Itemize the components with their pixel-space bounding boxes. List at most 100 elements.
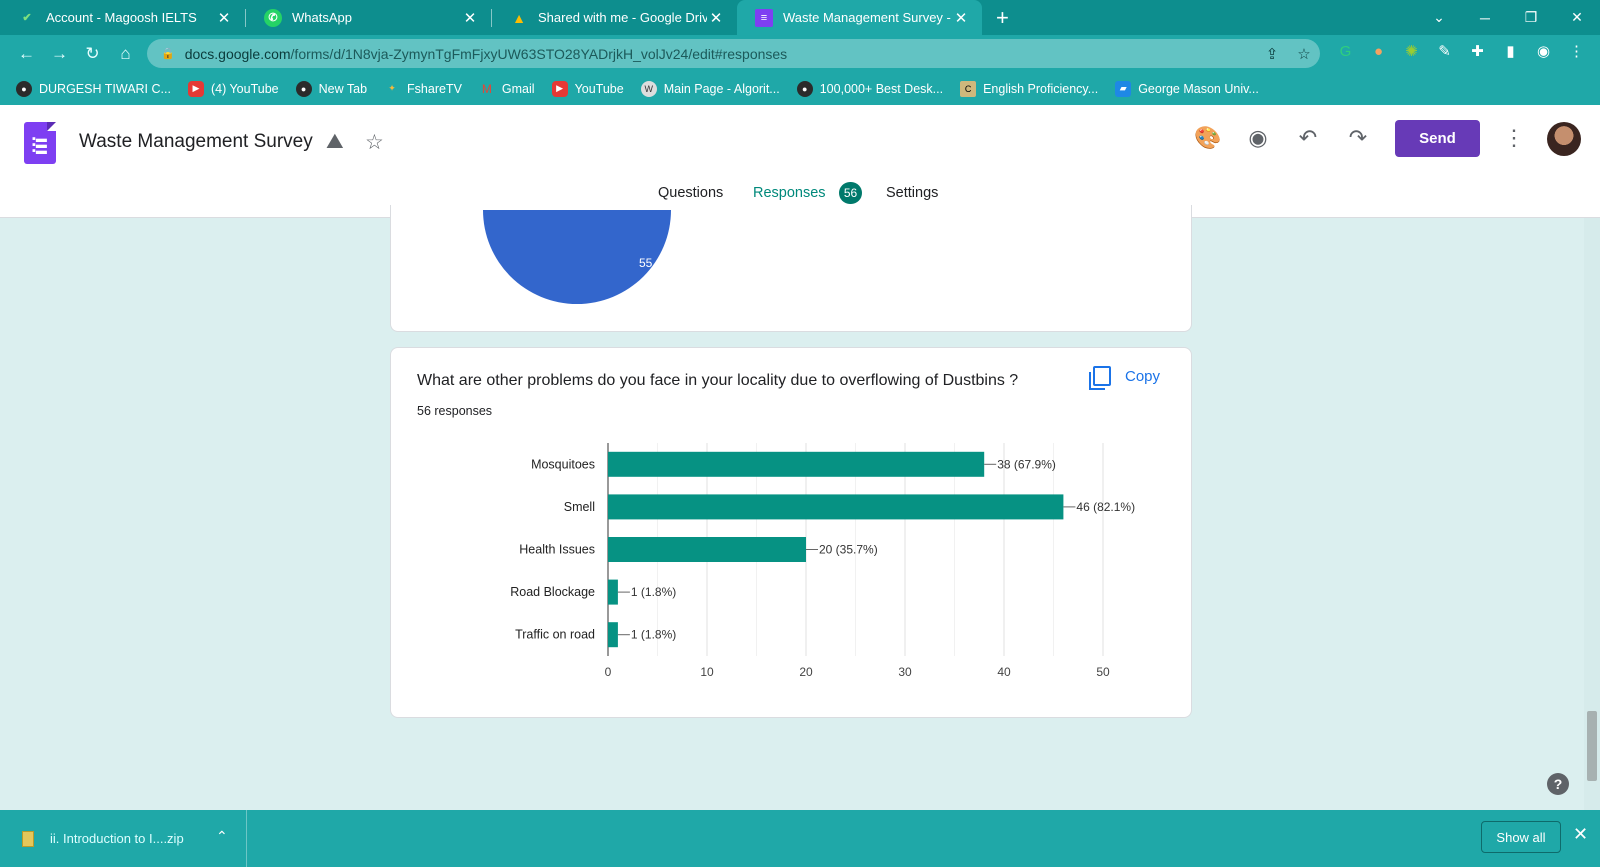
bookmark-item[interactable]: ● DURGESH TIWARI C... bbox=[16, 80, 171, 97]
help-icon[interactable]: ? bbox=[1547, 773, 1569, 795]
chevron-up-icon[interactable]: ⌃ bbox=[216, 828, 228, 845]
palette-icon[interactable]: 🎨 bbox=[1190, 125, 1226, 151]
tab-responses[interactable]: Responses bbox=[753, 185, 826, 201]
undo-icon[interactable]: ↶ bbox=[1290, 125, 1326, 151]
scrollbar-thumb[interactable] bbox=[1587, 711, 1597, 781]
restore-icon[interactable]: ❐ bbox=[1508, 9, 1554, 26]
close-icon[interactable]: ✕ bbox=[215, 9, 233, 27]
bookmark-label: DURGESH TIWARI C... bbox=[39, 81, 171, 96]
grammarly-icon[interactable]: G bbox=[1329, 43, 1362, 60]
zip-file-icon bbox=[22, 830, 34, 847]
forms-logo-icon[interactable]: ▪▬ ▪▬ ▪▬ bbox=[24, 122, 56, 164]
close-icon[interactable]: ✕ bbox=[952, 9, 970, 27]
back-icon[interactable]: ← bbox=[10, 44, 43, 64]
bookmark-label: FshareTV bbox=[407, 81, 462, 96]
extension-icon[interactable]: ✺ bbox=[1395, 42, 1428, 60]
bookmark-item[interactable]: ▰ George Mason Univ... bbox=[1115, 80, 1259, 97]
url-text: docs.google.com/forms/d/1N8vja-ZymynTgFm… bbox=[185, 46, 1256, 62]
data-label: 46 (82.1%) bbox=[1076, 500, 1135, 514]
bookmark-item[interactable]: ▶ YouTube bbox=[551, 80, 624, 97]
share-icon[interactable]: ⇪ bbox=[1256, 45, 1288, 63]
previous-response-card: 55.4% bbox=[390, 205, 1192, 332]
magoosh-icon: ✔ bbox=[22, 12, 32, 24]
close-icon[interactable]: ✕ bbox=[461, 9, 479, 27]
fsharetv-icon: ✦ bbox=[388, 83, 396, 93]
bookmark-item[interactable]: W Main Page - Algorit... bbox=[640, 80, 780, 97]
bookmark-item[interactable]: C English Proficiency... bbox=[960, 80, 1099, 97]
tab-questions[interactable]: Questions bbox=[658, 185, 723, 201]
avatar[interactable] bbox=[1547, 122, 1581, 156]
bookmark-label: YouTube bbox=[574, 81, 624, 96]
sidepanel-icon[interactable]: ▮ bbox=[1494, 42, 1527, 60]
url-path: /forms/d/1N8vja-ZymynTgFmFjxyUW63STO28YA… bbox=[290, 45, 788, 62]
data-label: 1 (1.8%) bbox=[631, 628, 676, 642]
browser-toolbar: ← → ↻ ⌂ 🔒 docs.google.com/forms/d/1N8vja… bbox=[0, 35, 1600, 72]
download-filename: ii. Introduction to I....zip bbox=[50, 831, 184, 846]
new-tab-button[interactable]: + bbox=[996, 5, 1009, 31]
more-options-icon[interactable]: ⋮ bbox=[1496, 125, 1532, 151]
bookmark-label: Gmail bbox=[501, 81, 535, 96]
reload-icon[interactable]: ↻ bbox=[76, 44, 109, 64]
send-button[interactable]: Send bbox=[1395, 120, 1480, 157]
menu-icon[interactable]: ⋮ bbox=[1560, 42, 1593, 60]
bookmark-item[interactable]: ● 100,000+ Best Desk... bbox=[796, 80, 943, 97]
bar bbox=[608, 622, 618, 648]
tab-title: Account - Magoosh IELTS bbox=[46, 10, 197, 25]
browser-tab-drive[interactable]: ▲ Shared with me - Google Drive ✕ bbox=[492, 0, 737, 35]
browser-tab-whatsapp[interactable]: ✆ WhatsApp ✕ bbox=[246, 0, 491, 35]
close-icon[interactable]: ✕ bbox=[1573, 824, 1588, 845]
bookmark-item[interactable]: ● New Tab bbox=[295, 80, 367, 97]
responses-count-badge: 56 bbox=[839, 182, 862, 204]
home-icon[interactable]: ⌂ bbox=[109, 44, 142, 64]
bookmark-label: English Proficiency... bbox=[983, 81, 1099, 96]
x-tick-label: 30 bbox=[898, 665, 912, 679]
puzzle-icon[interactable]: ✚ bbox=[1461, 42, 1494, 60]
browser-tab-forms[interactable]: ≡ Waste Management Survey - Go ✕ bbox=[737, 0, 982, 35]
minimize-icon[interactable]: ─ bbox=[1462, 10, 1508, 26]
browser-tab-magoosh[interactable]: ✔ Account - Magoosh IELTS ✕ bbox=[0, 0, 245, 35]
tab-settings[interactable]: Settings bbox=[886, 185, 938, 201]
pie-chart: 55.4% bbox=[483, 210, 673, 304]
bookmark-item[interactable]: ✦ FshareTV bbox=[384, 81, 462, 97]
x-tick-label: 10 bbox=[700, 665, 714, 679]
whatsapp-icon: ✆ bbox=[264, 8, 282, 27]
close-window-icon[interactable]: ✕ bbox=[1554, 9, 1600, 26]
browser-tabstrip: ✔ Account - Magoosh IELTS ✕ ✆ WhatsApp ✕… bbox=[0, 0, 1600, 35]
question-response-card: What are other problems do you face in y… bbox=[390, 347, 1192, 718]
youtube-icon: ▶ bbox=[187, 80, 204, 97]
redo-icon[interactable]: ↷ bbox=[1340, 125, 1376, 151]
bar bbox=[608, 494, 1064, 520]
youtube-icon: ▶ bbox=[551, 80, 568, 97]
show-all-button[interactable]: Show all bbox=[1481, 821, 1561, 853]
page-scrollbar[interactable] bbox=[1584, 218, 1600, 810]
category-label: Traffic on road bbox=[515, 628, 595, 642]
window-controls: ⌄ ─ ❐ ✕ bbox=[1416, 0, 1600, 35]
category-label: Smell bbox=[564, 500, 595, 514]
preview-eye-icon[interactable]: ◉ bbox=[1240, 125, 1276, 151]
gmail-icon: M bbox=[481, 81, 492, 96]
tab-search-icon[interactable]: ⌄ bbox=[1416, 9, 1462, 26]
profile-icon[interactable]: ◉ bbox=[1527, 42, 1560, 60]
star-icon[interactable]: ☆ bbox=[365, 130, 384, 155]
move-to-folder-icon[interactable]: ⛰ bbox=[326, 130, 344, 154]
tab-title: Shared with me - Google Drive bbox=[538, 10, 707, 25]
x-tick-label: 50 bbox=[1096, 665, 1110, 679]
x-tick-label: 20 bbox=[799, 665, 813, 679]
download-item[interactable]: ii. Introduction to I....zip ⌃ bbox=[0, 810, 247, 867]
tab-title: Waste Management Survey - Go bbox=[783, 10, 952, 25]
form-title[interactable]: Waste Management Survey bbox=[79, 131, 313, 153]
forward-icon[interactable]: → bbox=[43, 44, 76, 64]
close-icon[interactable]: ✕ bbox=[707, 9, 725, 27]
address-bar[interactable]: 🔒 docs.google.com/forms/d/1N8vja-ZymynTg… bbox=[147, 39, 1320, 68]
bookmark-star-icon[interactable]: ☆ bbox=[1288, 45, 1320, 63]
data-label: 1 (1.8%) bbox=[631, 585, 676, 599]
lock-icon: 🔒 bbox=[161, 48, 175, 60]
pie-slice-label: 55.4% bbox=[639, 256, 673, 270]
bookmark-item[interactable]: ▶ (4) YouTube bbox=[187, 80, 279, 97]
extension-icon[interactable]: ✎ bbox=[1428, 42, 1461, 60]
globe-icon: ● bbox=[796, 80, 813, 97]
category-label: Road Blockage bbox=[510, 585, 595, 599]
bookmark-item[interactable]: M Gmail bbox=[479, 81, 535, 97]
bar bbox=[608, 537, 806, 562]
extension-icon[interactable]: ● bbox=[1362, 43, 1395, 60]
